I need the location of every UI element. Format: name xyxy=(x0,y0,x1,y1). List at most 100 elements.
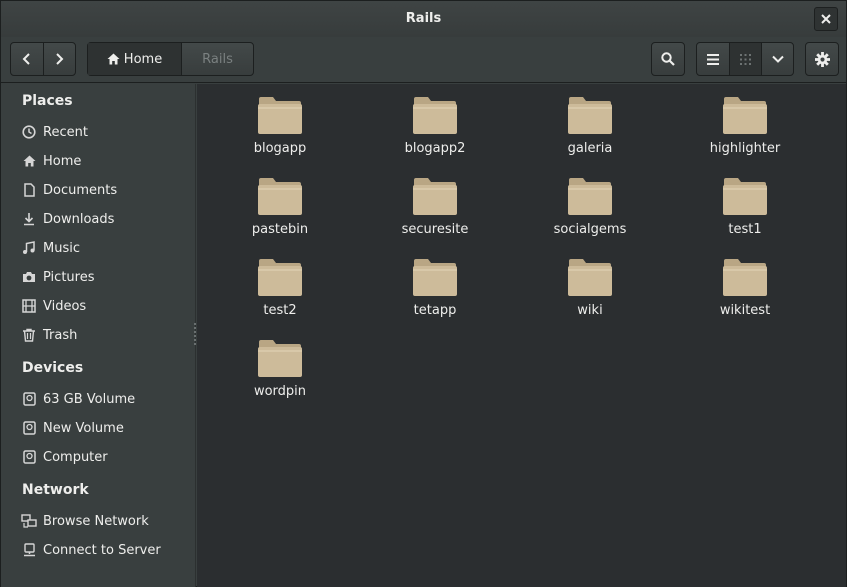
breadcrumb-rails[interactable]: Rails xyxy=(182,52,253,67)
sidebar-item-browse-network[interactable]: Browse Network xyxy=(21,508,193,534)
settings-button[interactable] xyxy=(805,42,839,76)
sidebar-resize-handle[interactable] xyxy=(194,323,196,345)
folder-name: test2 xyxy=(263,303,297,318)
sidebar-item-documents[interactable]: Documents xyxy=(21,177,193,203)
folder-name: wordpin xyxy=(253,384,307,399)
music-icon xyxy=(21,240,37,256)
sidebar-item-computer[interactable]: Computer xyxy=(21,444,193,470)
network-icon xyxy=(21,513,37,529)
folder-icon xyxy=(258,259,302,296)
list-icon xyxy=(707,53,719,65)
sidebar-item-label: Downloads xyxy=(43,211,115,227)
folder-grid: blogapp blogapp2 galeria highlighter pastebi… xyxy=(197,84,846,587)
folder-item[interactable]: blogapp xyxy=(215,84,345,164)
folder-icon xyxy=(723,178,767,215)
server-icon xyxy=(21,542,37,558)
path-bar: Home Rails xyxy=(87,42,254,76)
sidebar-item-label: Computer xyxy=(43,449,108,465)
folder-item[interactable]: highlighter xyxy=(680,84,810,164)
sidebar-item-label: Recent xyxy=(43,124,88,140)
devices-header: Devices xyxy=(22,360,84,376)
view-options-button[interactable] xyxy=(761,43,793,75)
breadcrumb-home-label: Home xyxy=(123,51,163,67)
drive-icon xyxy=(21,420,37,436)
folder-name: highlighter xyxy=(709,141,781,156)
drive-icon xyxy=(21,391,37,407)
network-header: Network xyxy=(22,482,89,498)
folder-name: blogapp xyxy=(253,141,307,156)
sidebar-item-label: Music xyxy=(43,240,80,256)
sidebar-item-63gb-volume[interactable]: 63 GB Volume xyxy=(21,386,193,412)
sidebar-item-label: Trash xyxy=(43,327,78,343)
navigation-buttons xyxy=(10,42,76,76)
grid-view-button[interactable] xyxy=(729,43,761,75)
folder-name: wikitest xyxy=(719,303,771,318)
folder-icon xyxy=(723,97,767,134)
folder-item[interactable]: wordpin xyxy=(215,327,345,407)
folder-item[interactable]: securesite xyxy=(370,165,500,245)
sidebar-item-label: Browse Network xyxy=(43,513,149,529)
close-button[interactable] xyxy=(814,7,838,31)
sidebar-item-label: 63 GB Volume xyxy=(43,391,136,407)
folder-name: tetapp xyxy=(413,303,457,318)
folder-item[interactable]: tetapp xyxy=(370,246,500,326)
folder-icon xyxy=(413,97,457,134)
view-buttons xyxy=(696,42,794,76)
folder-name: securesite xyxy=(401,222,469,237)
sidebar-item-recent[interactable]: Recent xyxy=(21,119,193,145)
sidebar-item-downloads[interactable]: Downloads xyxy=(21,206,193,232)
folder-icon xyxy=(568,259,612,296)
trash-icon xyxy=(21,327,37,343)
folder-name: wiki xyxy=(577,303,603,318)
home-icon xyxy=(21,153,37,169)
folder-name: socialgems xyxy=(553,222,627,237)
folder-icon xyxy=(413,178,457,215)
folder-name: test1 xyxy=(728,222,762,237)
folder-item[interactable]: wiki xyxy=(525,246,655,326)
sidebar-item-new-volume[interactable]: New Volume xyxy=(21,415,193,441)
folder-item[interactable]: test2 xyxy=(215,246,345,326)
folder-icon xyxy=(258,340,302,377)
download-icon xyxy=(21,211,37,227)
folder-item[interactable]: galeria xyxy=(525,84,655,164)
back-button[interactable] xyxy=(11,43,43,75)
file-manager-window: Rails Home Rails Places Recent Home Docu… xyxy=(0,0,847,587)
search-icon xyxy=(661,52,675,66)
sidebar-item-connect-to-server[interactable]: Connect to Server xyxy=(21,537,193,563)
folder-item[interactable]: blogapp2 xyxy=(370,84,500,164)
sidebar-item-music[interactable]: Music xyxy=(21,235,193,261)
toolbar: Home Rails xyxy=(1,37,846,83)
sidebar-item-label: Videos xyxy=(43,298,87,314)
chevron-down-icon xyxy=(771,55,784,63)
close-icon xyxy=(821,14,831,24)
folder-item[interactable]: test1 xyxy=(680,165,810,245)
sidebar-item-label: Connect to Server xyxy=(43,542,161,558)
grid-icon xyxy=(740,53,751,65)
breadcrumb-home[interactable]: Home xyxy=(88,43,182,75)
title-bar[interactable]: Rails xyxy=(1,1,846,37)
folder-item[interactable]: socialgems xyxy=(525,165,655,245)
home-icon xyxy=(107,53,120,65)
sidebar-item-trash[interactable]: Trash xyxy=(21,322,193,348)
folder-icon xyxy=(723,259,767,296)
folder-item[interactable]: pastebin xyxy=(215,165,345,245)
folder-icon xyxy=(568,178,612,215)
chevron-right-icon xyxy=(56,53,64,65)
sidebar-item-pictures[interactable]: Pictures xyxy=(21,264,193,290)
sidebar-item-videos[interactable]: Videos xyxy=(21,293,193,319)
list-view-button[interactable] xyxy=(697,43,729,75)
sidebar-item-label: Pictures xyxy=(43,269,95,285)
folder-icon xyxy=(568,97,612,134)
places-header: Places xyxy=(22,93,73,109)
drive-icon xyxy=(21,449,37,465)
camera-icon xyxy=(21,269,37,285)
window-title: Rails xyxy=(405,11,442,26)
folder-name: pastebin xyxy=(251,222,309,237)
folder-name: blogapp2 xyxy=(404,141,466,156)
forward-button[interactable] xyxy=(42,43,75,75)
sidebar-item-home[interactable]: Home xyxy=(21,148,193,174)
document-icon xyxy=(21,182,37,198)
folder-icon xyxy=(413,259,457,296)
folder-item[interactable]: wikitest xyxy=(680,246,810,326)
search-button[interactable] xyxy=(651,42,685,76)
